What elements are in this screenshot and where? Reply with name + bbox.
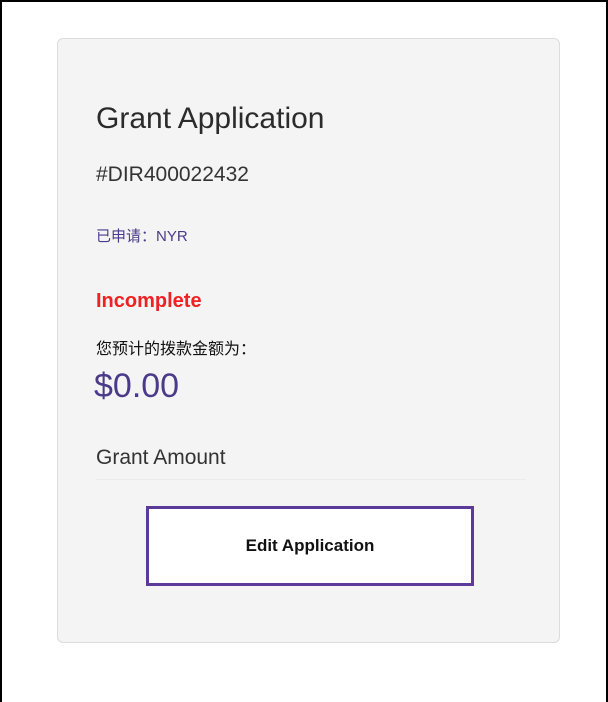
estimate-label: 您预计的拨款金额为：: [96, 341, 257, 358]
edit-application-button[interactable]: Edit Application: [146, 506, 474, 586]
estimated-amount: $0.00: [94, 367, 180, 405]
applied-status: 已申请：NYR: [96, 228, 188, 245]
application-id: #DIR400022432: [96, 163, 249, 186]
grant-amount-label: Grant Amount: [96, 446, 226, 469]
status-badge: Incomplete: [96, 290, 202, 312]
card-title: Grant Application: [96, 102, 325, 135]
grant-application-card: Grant Application #DIR400022432 已申请：NYR …: [57, 38, 560, 643]
divider: [96, 479, 526, 480]
